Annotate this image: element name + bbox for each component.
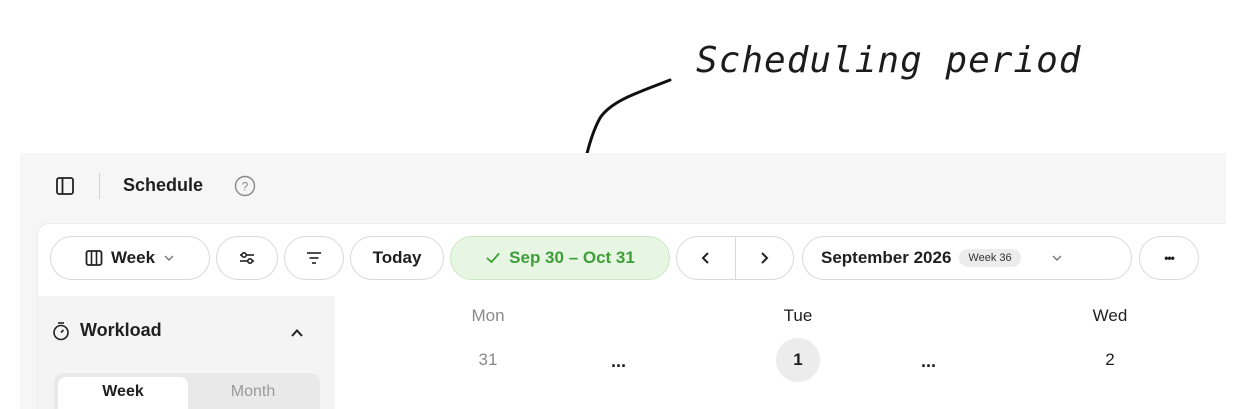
workload-panel: Workload Week Month bbox=[38, 296, 335, 409]
columns-icon bbox=[85, 250, 103, 266]
day-name: Mon bbox=[471, 306, 505, 325]
scheduling-period-button[interactable]: Sep 30 – Oct 31 bbox=[450, 236, 670, 280]
stopwatch-icon bbox=[53, 321, 69, 340]
schedule-panel: Week Today Sep 30 – Oct 31 September 202… bbox=[37, 223, 1226, 409]
workload-title: Workload bbox=[80, 320, 162, 340]
today-label: Today bbox=[372, 248, 422, 267]
previous-button[interactable] bbox=[677, 237, 735, 279]
date-navigation bbox=[676, 236, 794, 280]
view-select-label: Week bbox=[110, 248, 156, 267]
day-number: 31 bbox=[478, 350, 498, 369]
next-button[interactable] bbox=[735, 237, 793, 279]
settings-button[interactable] bbox=[216, 236, 278, 280]
day-column[interactable]: Tue 1 ... bbox=[641, 296, 955, 409]
chevron-up-icon[interactable] bbox=[290, 326, 304, 340]
calendar-grid: Mon 31 ... Tue 1 ... Wed 2 bbox=[335, 296, 1226, 409]
day-more-button[interactable]: ... bbox=[921, 351, 936, 372]
page-title: Schedule bbox=[123, 175, 204, 195]
more-button[interactable]: ••• bbox=[1139, 236, 1199, 280]
day-number: 2 bbox=[1105, 350, 1115, 369]
filter-button[interactable] bbox=[284, 236, 344, 280]
today-button[interactable]: Today bbox=[350, 236, 444, 280]
filter-icon bbox=[307, 252, 321, 264]
month-picker[interactable]: September 2026 Week 36 bbox=[802, 236, 1132, 280]
week-badge: Week 36 bbox=[959, 249, 1021, 267]
title-divider bbox=[99, 173, 100, 199]
tab-week[interactable]: Week bbox=[58, 377, 188, 409]
day-column[interactable]: Mon 31 ... bbox=[335, 296, 641, 409]
chevron-right-icon bbox=[761, 252, 769, 264]
day-column[interactable]: Wed 2 bbox=[955, 296, 1226, 409]
help-icon[interactable]: ? bbox=[234, 175, 256, 197]
toolbar: Week Today Sep 30 – Oct 31 September 202… bbox=[38, 224, 1226, 296]
annotation: Scheduling period bbox=[0, 0, 1249, 212]
sidebar-toggle-icon[interactable] bbox=[56, 177, 74, 195]
annotation-label: Scheduling period bbox=[696, 40, 1082, 81]
tab-month[interactable]: Month bbox=[188, 377, 318, 409]
chevron-down-icon bbox=[164, 255, 174, 261]
period-label: Sep 30 – Oct 31 bbox=[509, 248, 635, 267]
day-more-button[interactable]: ... bbox=[611, 351, 626, 372]
month-label: September 2026 bbox=[821, 248, 952, 267]
chevron-left-icon bbox=[701, 252, 709, 264]
view-select[interactable]: Week bbox=[50, 236, 210, 280]
day-number-today: 1 bbox=[776, 338, 820, 382]
workload-period-toggle: Week Month bbox=[54, 373, 320, 409]
check-icon bbox=[486, 253, 500, 264]
more-icon: ••• bbox=[1164, 251, 1175, 265]
title-bar: Schedule ? bbox=[20, 153, 1226, 221]
svg-text:?: ? bbox=[242, 180, 249, 194]
sliders-icon bbox=[240, 251, 254, 265]
chevron-down-icon bbox=[1052, 255, 1062, 261]
day-name: Tue bbox=[783, 306, 813, 325]
workload-header[interactable]: Workload bbox=[52, 320, 162, 341]
app-window: Schedule ? Week Today Sep 30 – Oct 31 Se… bbox=[20, 153, 1226, 409]
day-name: Wed bbox=[1092, 306, 1128, 325]
